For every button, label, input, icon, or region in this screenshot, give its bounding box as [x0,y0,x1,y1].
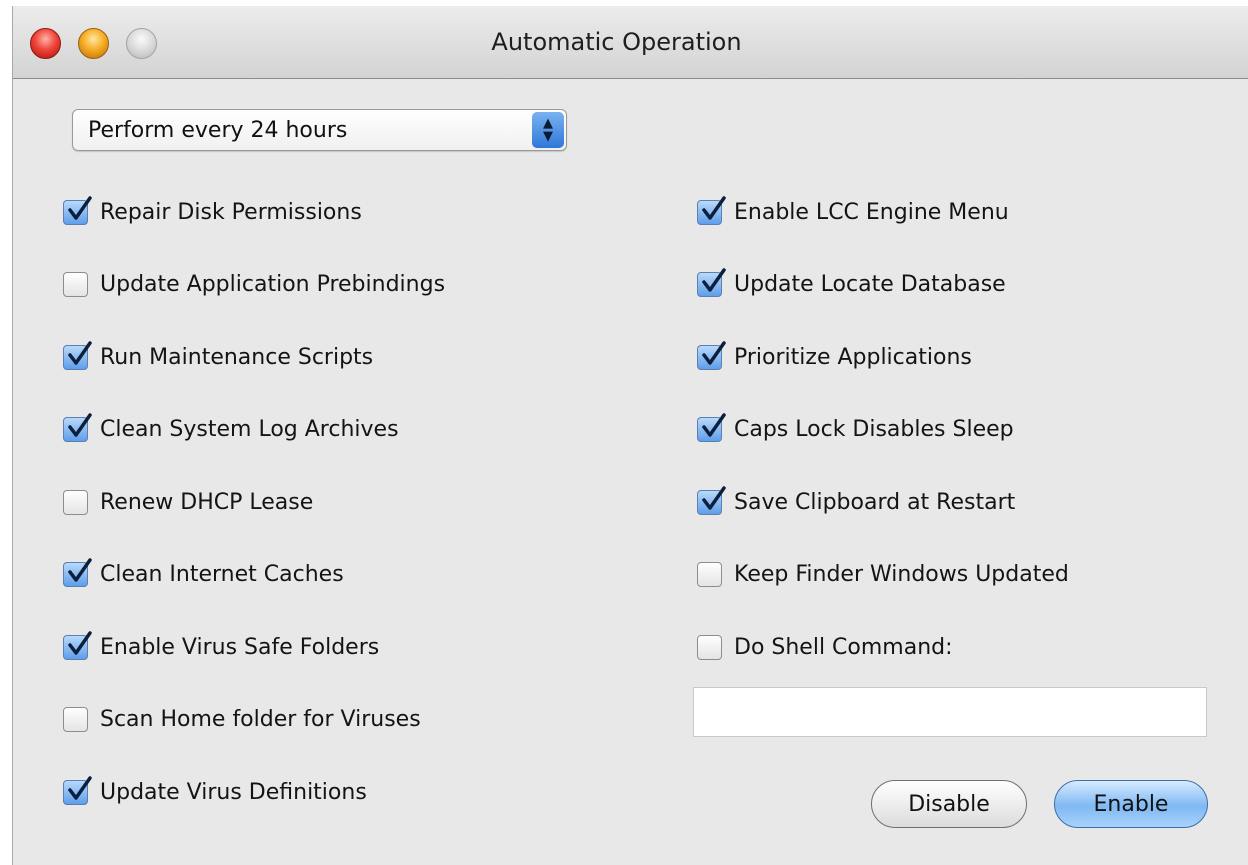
checkbox-label: Update Virus Definitions [100,779,367,805]
checkbox-label: Scan Home folder for Viruses [100,707,421,732]
title-bar[interactable]: Automatic Operation [13,6,1248,79]
checkbox-checked[interactable] [697,195,726,225]
checkmark-icon [702,268,726,292]
checkbox-label: Update Locate Database [734,272,1006,297]
checkbox-checked[interactable] [63,195,92,225]
disable-button[interactable]: Disable [871,780,1027,828]
checkmark-icon [68,630,92,655]
checkbox-checked[interactable] [697,485,726,515]
checkbox-checked[interactable] [697,413,726,442]
checkbox-checked[interactable] [63,630,92,660]
checkmark-icon [702,413,726,437]
checkmark-icon [68,413,92,437]
checkmark-icon [702,195,726,220]
checkbox-unchecked[interactable] [63,707,88,732]
checkbox-checked[interactable] [63,558,92,587]
checkbox-row[interactable]: Scan Home folder for Viruses [63,703,421,737]
checkbox-row[interactable]: Renew DHCP Lease [63,485,313,519]
checkbox-label: Keep Finder Windows Updated [734,562,1069,587]
schedule-popup[interactable]: Perform every 24 hours ▲ ▼ [72,109,567,151]
checkbox-checked[interactable] [63,775,92,805]
checkmark-icon [68,340,92,365]
window-title: Automatic Operation [491,28,742,56]
shell-command-input[interactable] [693,687,1207,737]
checkbox-row[interactable]: Update Locate Database [697,268,1006,302]
enable-button-label: Enable [1093,791,1169,817]
checkbox-row[interactable]: Enable Virus Safe Folders [63,630,379,664]
checkbox-row[interactable]: Prioritize Applications [697,340,972,374]
checkmark-icon [702,340,726,365]
checkbox-unchecked[interactable] [697,634,722,660]
checkbox-row[interactable]: Clean Internet Caches [63,558,344,592]
checkbox-label: Do Shell Command: [734,634,953,660]
checkmark-icon [68,195,92,220]
checkbox-unchecked[interactable] [697,562,722,587]
checkbox-checked[interactable] [63,413,92,442]
checkbox-label: Caps Lock Disables Sleep [734,417,1014,442]
checkbox-row[interactable]: Do Shell Command: [697,630,953,664]
checkbox-label: Prioritize Applications [734,344,972,370]
checkbox-row[interactable]: Caps Lock Disables Sleep [697,413,1014,447]
automatic-operation-window: Automatic Operation Perform every 24 hou… [12,6,1248,865]
checkbox-checked[interactable] [63,340,92,370]
checkmark-icon [68,775,92,800]
checkmark-icon [68,558,92,582]
checkbox-row[interactable]: Run Maintenance Scripts [63,340,373,374]
checkbox-row[interactable]: Update Application Prebindings [63,268,445,302]
checkbox-label: Enable LCC Engine Menu [734,199,1009,225]
checkbox-row[interactable]: Clean System Log Archives [63,413,399,447]
checkmark-icon [702,485,726,510]
checkbox-label: Repair Disk Permissions [100,199,362,225]
checkbox-unchecked[interactable] [63,272,88,297]
disable-button-label: Disable [908,791,990,817]
checkbox-label: Enable Virus Safe Folders [100,634,380,660]
checkbox-label: Clean System Log Archives [100,417,399,442]
checkbox-checked[interactable] [697,268,726,297]
checkbox-unchecked[interactable] [63,489,88,515]
enable-button[interactable]: Enable [1054,780,1208,828]
checkbox-label: Save Clipboard at Restart [734,489,1016,515]
checkbox-row[interactable]: Enable LCC Engine Menu [697,195,1009,229]
checkbox-row[interactable]: Update Virus Definitions [63,775,367,809]
checkbox-label: Run Maintenance Scripts [100,344,374,370]
checkbox-label: Clean Internet Caches [100,562,344,587]
checkbox-row[interactable]: Repair Disk Permissions [63,195,362,229]
checkbox-label: Renew DHCP Lease [100,489,314,515]
schedule-popup-value: Perform every 24 hours [88,118,348,143]
checkbox-row[interactable]: Keep Finder Windows Updated [697,558,1069,592]
checkbox-label: Update Application Prebindings [100,272,446,297]
up-down-arrows-icon: ▲ ▼ [532,112,564,148]
checkbox-checked[interactable] [697,340,726,370]
checkbox-row[interactable]: Save Clipboard at Restart [697,485,1015,519]
